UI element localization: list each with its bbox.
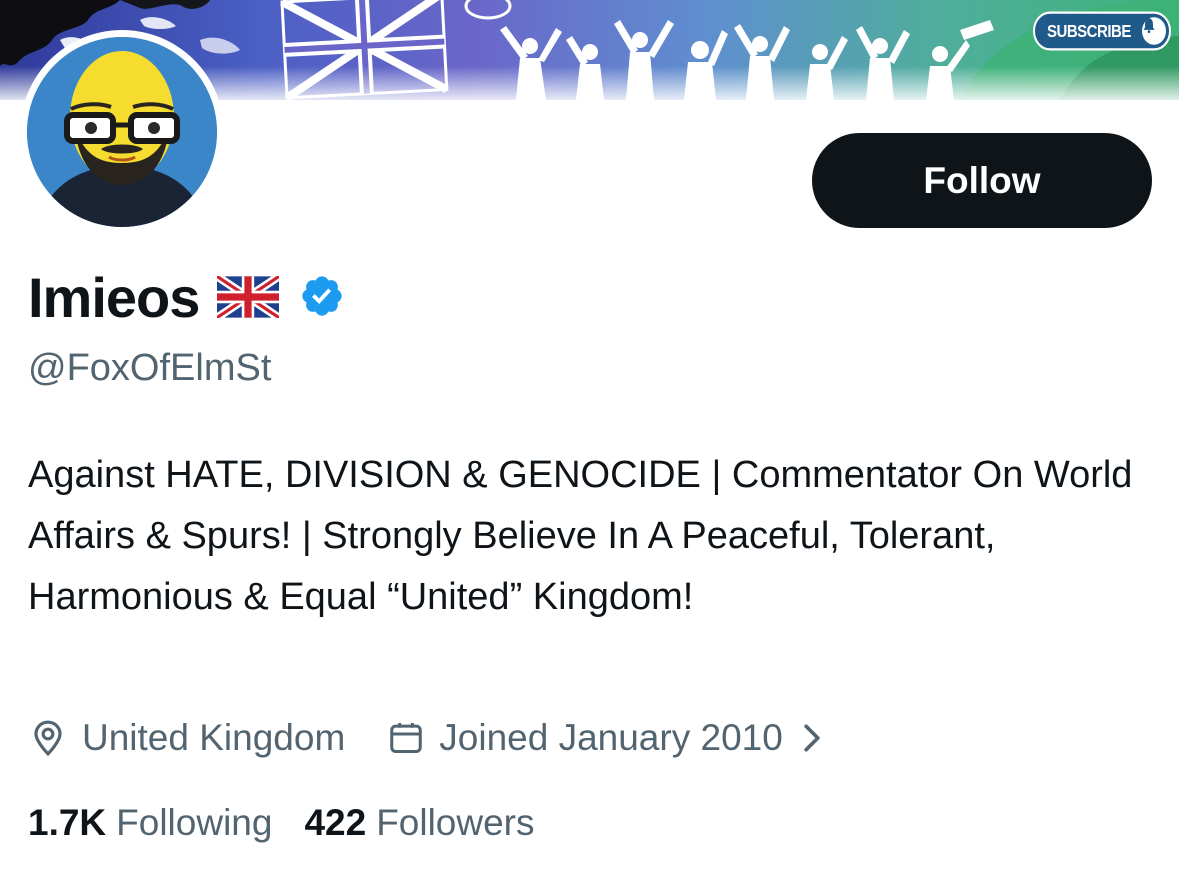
avatar-image bbox=[27, 37, 217, 227]
subscribe-label: SUBSCRIBE bbox=[1047, 21, 1131, 41]
location-label: United Kingdom bbox=[82, 717, 346, 758]
chevron-right-icon bbox=[804, 724, 820, 752]
followers-stat[interactable]: 422 Followers bbox=[304, 802, 534, 844]
following-stat[interactable]: 1.7K Following bbox=[28, 802, 272, 844]
cartoon-man-glasses-avatar bbox=[27, 37, 217, 227]
followers-label: Followers bbox=[376, 802, 535, 843]
follow-button-label: Follow bbox=[923, 159, 1041, 201]
profile-stats-row: 1.7K Following 422 Followers bbox=[28, 798, 535, 848]
profile-meta-row: United Kingdom Joined January 2010 bbox=[28, 713, 823, 763]
follow-button[interactable]: Follow bbox=[812, 133, 1152, 228]
location-pin-icon bbox=[34, 720, 62, 757]
uk-flag-icon bbox=[215, 272, 282, 323]
followers-count: 422 bbox=[304, 802, 367, 843]
profile-avatar[interactable] bbox=[20, 30, 224, 234]
bell-icon bbox=[1142, 17, 1166, 45]
joined-label: Joined January 2010 bbox=[439, 717, 783, 758]
display-name-row: Imieos bbox=[28, 262, 345, 332]
following-count: 1.7K bbox=[28, 802, 107, 843]
location-item: United Kingdom bbox=[28, 717, 345, 759]
verified-badge-icon[interactable] bbox=[299, 273, 345, 324]
profile-handle: @FoxOfElmSt bbox=[28, 347, 272, 389]
following-label: Following bbox=[116, 802, 273, 843]
profile-bio: Against HATE, DIVISION & GENOCIDE | Comm… bbox=[28, 454, 1133, 618]
display-name: Imieos bbox=[28, 265, 200, 329]
joined-item[interactable]: Joined January 2010 bbox=[387, 717, 823, 759]
subscribe-badge: SUBSCRIBE bbox=[1033, 11, 1171, 51]
calendar-icon bbox=[390, 722, 423, 753]
